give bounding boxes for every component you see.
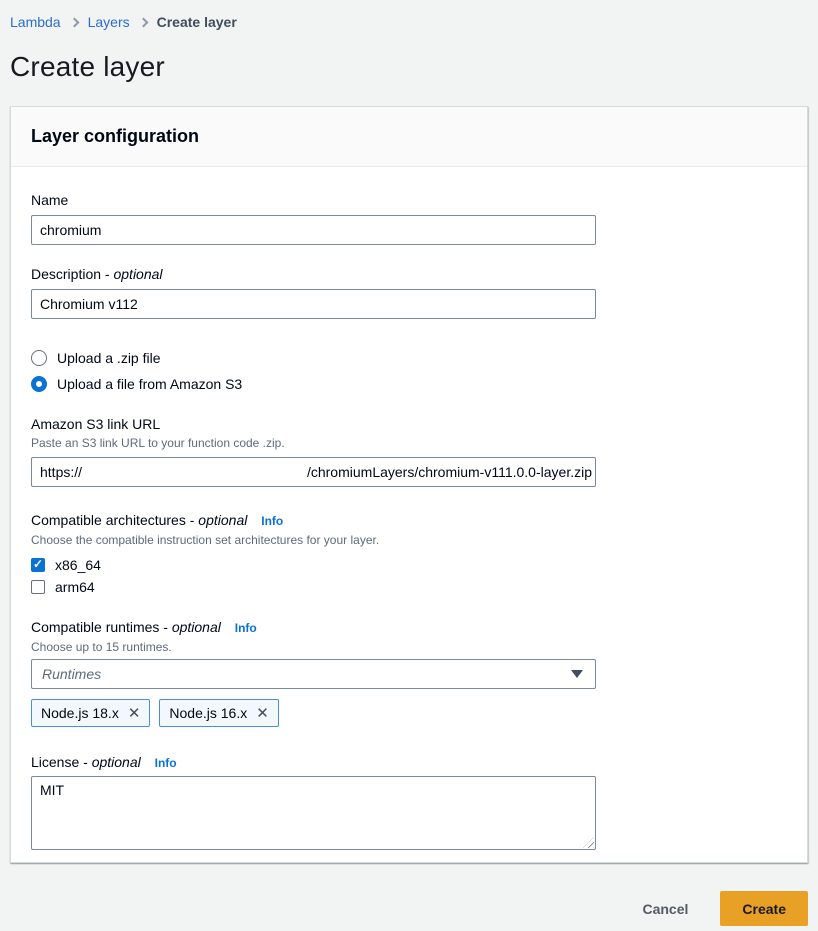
- checkbox-checked-icon[interactable]: [31, 558, 45, 572]
- create-button[interactable]: Create: [720, 891, 808, 926]
- breadcrumb: Lambda Layers Create layer: [10, 0, 808, 30]
- checkbox-arm64-label: arm64: [55, 579, 95, 595]
- chevron-right-icon: [138, 17, 148, 27]
- name-input[interactable]: [31, 215, 596, 245]
- architectures-field: Compatible architectures - optional Info…: [31, 511, 787, 598]
- checkbox-x86-64-label: x86_64: [55, 557, 101, 573]
- architectures-help-text: Choose the compatible instruction set ar…: [31, 532, 787, 548]
- upload-source-radio-group: Upload a .zip file Upload a file from Am…: [31, 347, 787, 395]
- license-info-link[interactable]: Info: [155, 756, 177, 770]
- token-label: Node.js 16.x: [169, 705, 247, 721]
- caret-down-icon: [571, 670, 583, 678]
- description-input[interactable]: [31, 289, 596, 319]
- license-field: License - optional Info MIT: [31, 753, 787, 850]
- radio-upload-zip-label: Upload a .zip file: [57, 350, 161, 366]
- description-field: Description - optional: [31, 265, 787, 319]
- architectures-checkbox-group: x86_64 arm64: [31, 554, 787, 598]
- name-field: Name: [31, 191, 787, 245]
- name-label: Name: [31, 191, 787, 209]
- page: Lambda Layers Create layer Create layer …: [0, 0, 818, 926]
- breadcrumb-link-layers[interactable]: Layers: [88, 14, 130, 30]
- card-body: Name Description - optional Upload a .zi…: [11, 167, 807, 862]
- runtimes-label: Compatible runtimes - optional Info: [31, 618, 787, 637]
- card-title: Layer configuration: [31, 126, 787, 147]
- breadcrumb-link-lambda[interactable]: Lambda: [10, 14, 61, 30]
- chevron-right-icon: [69, 17, 79, 27]
- close-icon[interactable]: ✕: [128, 706, 141, 721]
- runtimes-field: Compatible runtimes - optional Info Choo…: [31, 618, 787, 727]
- checkbox-x86-64[interactable]: x86_64: [31, 554, 787, 576]
- runtimes-select-placeholder: Runtimes: [42, 666, 101, 682]
- architectures-label: Compatible architectures - optional Info: [31, 511, 787, 530]
- license-label: License - optional Info: [31, 753, 787, 772]
- token-nodejs-18: Node.js 18.x ✕: [31, 699, 150, 727]
- runtimes-help-text: Choose up to 15 runtimes.: [31, 639, 787, 655]
- description-label: Description - optional: [31, 265, 787, 283]
- runtimes-info-link[interactable]: Info: [235, 621, 257, 635]
- s3-url-input[interactable]: https:// /chromiumLayers/chromium-v111.0…: [31, 457, 596, 487]
- checkbox-unchecked-icon[interactable]: [31, 580, 45, 594]
- optional-text: optional: [113, 266, 162, 282]
- runtime-tokens: Node.js 18.x ✕ Node.js 16.x ✕: [31, 699, 787, 727]
- runtimes-select[interactable]: Runtimes: [31, 659, 596, 689]
- card-header: Layer configuration: [11, 107, 807, 167]
- runtimes-label-text: Compatible runtimes -: [31, 619, 168, 635]
- token-label: Node.js 18.x: [41, 705, 119, 721]
- radio-upload-s3-label: Upload a file from Amazon S3: [57, 376, 242, 392]
- page-title: Create layer: [10, 51, 808, 83]
- architectures-info-link[interactable]: Info: [261, 514, 283, 528]
- close-icon[interactable]: ✕: [256, 706, 269, 721]
- footer-actions: Cancel Create: [10, 891, 808, 926]
- optional-text: optional: [198, 512, 247, 528]
- radio-selected-icon[interactable]: [31, 376, 47, 392]
- s3-url-value-prefix: https://: [40, 464, 82, 480]
- optional-text: optional: [172, 619, 221, 635]
- token-nodejs-16: Node.js 16.x ✕: [159, 699, 278, 727]
- s3-url-help-text: Paste an S3 link URL to your function co…: [31, 435, 787, 451]
- breadcrumb-current: Create layer: [157, 14, 237, 30]
- s3-url-label: Amazon S3 link URL: [31, 415, 787, 433]
- description-label-text: Description -: [31, 266, 110, 282]
- license-label-text: License -: [31, 754, 88, 770]
- optional-text: optional: [92, 754, 141, 770]
- cancel-button[interactable]: Cancel: [638, 893, 692, 925]
- license-textarea[interactable]: MIT: [31, 776, 596, 850]
- layer-configuration-card: Layer configuration Name Description - o…: [10, 106, 808, 863]
- radio-unselected-icon[interactable]: [31, 350, 47, 366]
- license-textarea-wrap: MIT: [31, 776, 596, 850]
- s3-url-value-suffix: /chromiumLayers/chromium-v111.0.0-layer.…: [307, 464, 592, 480]
- radio-upload-zip[interactable]: Upload a .zip file: [31, 347, 787, 369]
- radio-upload-s3[interactable]: Upload a file from Amazon S3: [31, 373, 787, 395]
- s3-url-field: Amazon S3 link URL Paste an S3 link URL …: [31, 415, 787, 487]
- architectures-label-text: Compatible architectures -: [31, 512, 194, 528]
- checkbox-arm64[interactable]: arm64: [31, 576, 787, 598]
